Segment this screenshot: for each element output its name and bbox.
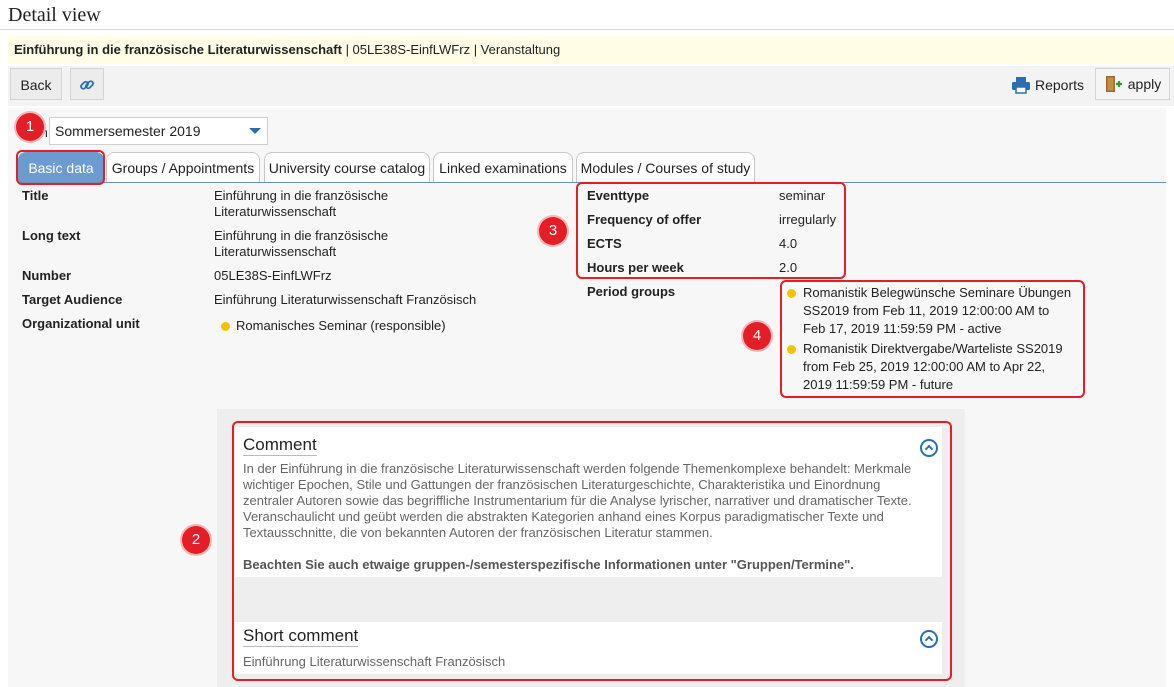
tab-modules-courses[interactable]: Modules / Courses of study [576, 152, 755, 182]
target-audience-value: Einführung Literaturwissenschaft Französ… [214, 292, 477, 307]
long-text-value: Einführung in die französische Literaturw… [214, 228, 388, 260]
annotation-box-tab [16, 150, 105, 185]
title-divider [0, 29, 1174, 30]
course-id-type: | 05LE38S-EinfLWFrz | Veranstaltung [341, 42, 561, 57]
tab-university-course-catalog[interactable]: University course catalog [264, 152, 430, 182]
printer-icon [1012, 77, 1030, 94]
toolbar: Back Reports apply [8, 66, 1174, 106]
course-name: Einführung in die französische Literatur… [14, 42, 342, 57]
period-groups-label: Period groups [587, 284, 676, 299]
title-value: Einführung in die französische Literaturw… [214, 188, 388, 220]
long-text-line: Einführung in die französische [214, 228, 389, 243]
annotation-box-period [780, 280, 1085, 398]
link-icon [80, 80, 94, 90]
annotation-box-details [576, 182, 846, 279]
title-value-line: Literaturwissenschaft [214, 204, 337, 219]
apply-button[interactable]: apply [1095, 68, 1170, 100]
org-unit-label: Organizational unit [22, 316, 140, 331]
status-dot-icon [221, 322, 230, 332]
term-value: Sommersemester 2019 [55, 123, 201, 139]
annotation-marker: 2 [182, 526, 210, 554]
permalink-button[interactable] [70, 68, 104, 100]
page-title: Detail view [8, 4, 101, 26]
annotation-marker: 4 [743, 322, 771, 350]
org-unit-text: Romanisches Seminar (responsible) [236, 318, 446, 333]
apply-label: apply [1127, 76, 1162, 92]
annotation-marker: 1 [16, 113, 44, 141]
tab-linked-examinations[interactable]: Linked examinations [433, 152, 573, 182]
door-enter-icon [1105, 76, 1122, 92]
number-value: 05LE38S-EinfLWFrz [214, 268, 332, 283]
course-headline: Einführung in die französische Literatur… [8, 36, 1174, 64]
long-text-label: Long text [22, 228, 81, 243]
org-unit-value[interactable]: Romanisches Seminar (responsible) [221, 318, 446, 334]
term-select[interactable]: Sommersemester 2019 [49, 117, 268, 145]
number-label: Number [22, 268, 72, 283]
title-label: Title [22, 188, 49, 203]
long-text-line: Literaturwissenschaft [214, 244, 337, 259]
back-button[interactable]: Back [10, 68, 62, 100]
tab-groups-appointments[interactable]: Groups / Appointments [106, 152, 260, 182]
reports-button[interactable]: Reports [1011, 76, 1084, 94]
annotation-box-comments [232, 421, 952, 681]
reports-label: Reports [1035, 77, 1085, 93]
annotation-marker: 3 [539, 217, 567, 245]
chevron-down-icon [249, 128, 261, 134]
title-value-line: Einführung in die französische [214, 188, 389, 203]
target-audience-label: Target Audience [22, 292, 123, 307]
